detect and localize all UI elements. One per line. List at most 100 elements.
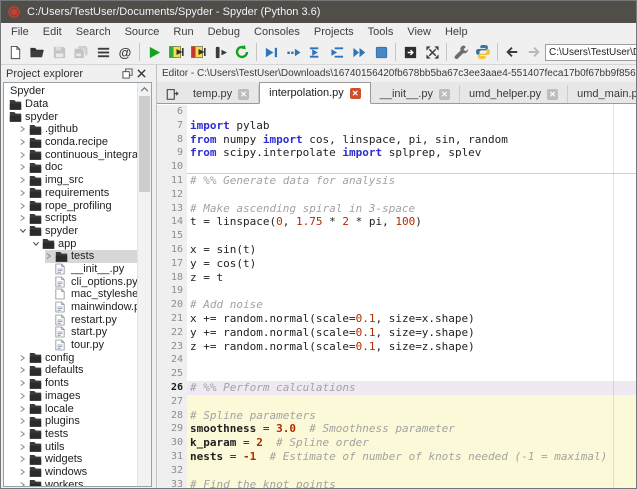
tree-item-start.py[interactable]: start.py <box>4 326 137 339</box>
code-line-15[interactable]: 15 <box>157 229 636 243</box>
code-line-8[interactable]: 8from numpy import cos, linspace, pi, si… <box>157 133 636 147</box>
tree-item-windows[interactable]: windows <box>4 466 137 479</box>
code-line-11[interactable]: 11# %% Generate data for analysis <box>157 174 636 188</box>
tree-item-tour.py[interactable]: tour.py <box>4 339 137 352</box>
chevron-right-icon[interactable] <box>19 202 29 210</box>
tree-item-spyder[interactable]: spyder <box>4 110 137 123</box>
run-cell-advance-button[interactable] <box>187 41 209 63</box>
tree-item-tests[interactable]: tests <box>4 428 137 441</box>
chevron-right-icon[interactable] <box>19 443 29 451</box>
tab-umd_main.py[interactable]: umd_main.py✕ <box>568 85 637 103</box>
run-button[interactable] <box>143 41 165 63</box>
tree-item-conda.recipe[interactable]: conda.recipe <box>4 136 137 149</box>
chevron-right-icon[interactable] <box>19 138 29 146</box>
code-line-24[interactable]: 24 <box>157 353 636 367</box>
save-all-button[interactable] <box>70 41 92 63</box>
code-line-22[interactable]: 22y += random.normal(scale=0.1, size=y.s… <box>157 326 636 340</box>
save-button[interactable] <box>48 41 70 63</box>
menu-help[interactable]: Help <box>438 25 475 39</box>
chevron-right-icon[interactable] <box>19 189 29 197</box>
code-line-6[interactable]: 6 <box>157 105 636 119</box>
code-line-23[interactable]: 23z += random.normal(scale=0.1, size=z.s… <box>157 340 636 354</box>
tab-umd_helper.py[interactable]: umd_helper.py✕ <box>460 85 568 103</box>
tree-item-doc[interactable]: doc <box>4 161 137 174</box>
menu-tools[interactable]: Tools <box>361 25 401 39</box>
chevron-right-icon[interactable] <box>19 392 29 400</box>
code-editor[interactable]: 67import pylab8from numpy import cos, li… <box>157 104 636 488</box>
undock-icon[interactable] <box>120 67 134 81</box>
find-symbols-button[interactable]: @ <box>114 41 136 63</box>
debug-step-out-button[interactable] <box>326 41 348 63</box>
debug-stop-button[interactable] <box>370 41 392 63</box>
tree-item-Spyder[interactable]: Spyder <box>4 85 137 98</box>
tree-item-rope_profiling[interactable]: rope_profiling <box>4 199 137 212</box>
code-line-32[interactable]: 32 <box>157 464 636 478</box>
code-line-13[interactable]: 13# Make ascending spiral in 3-space <box>157 202 636 216</box>
browse-tabs-button[interactable] <box>160 84 184 103</box>
tree-item-plugins[interactable]: plugins <box>4 415 137 428</box>
tree-item-.github[interactable]: .github <box>4 123 137 136</box>
tree-item-locale[interactable]: locale <box>4 402 137 415</box>
chevron-right-icon[interactable] <box>19 163 29 171</box>
code-line-31[interactable]: 31nests = -1 # Estimate of number of kno… <box>157 450 636 464</box>
tree-scrollbar[interactable] <box>137 83 151 486</box>
debug-step-into-button[interactable] <box>304 41 326 63</box>
tree-item-img_src[interactable]: img_src <box>4 174 137 187</box>
run-selection-button[interactable] <box>209 41 231 63</box>
tree-item-workers[interactable]: workers <box>4 478 137 486</box>
tree-item-scripts[interactable]: scripts <box>4 212 137 225</box>
tab-__init__.py[interactable]: __init__.py✕ <box>371 85 460 103</box>
chevron-right-icon[interactable] <box>19 151 29 159</box>
maximize-pane-button[interactable] <box>399 41 421 63</box>
chevron-down-icon[interactable] <box>32 240 42 247</box>
path-combobox[interactable]: C:\Users\TestUser\Downloads <box>545 44 637 61</box>
menu-file[interactable]: File <box>4 25 36 39</box>
debug-button[interactable] <box>260 41 282 63</box>
chevron-right-icon[interactable] <box>19 481 29 486</box>
code-line-16[interactable]: 16x = sin(t) <box>157 243 636 257</box>
menu-edit[interactable]: Edit <box>36 25 69 39</box>
tree-item-config[interactable]: config <box>4 351 137 364</box>
close-icon[interactable] <box>134 67 148 81</box>
scrollbar-thumb[interactable] <box>139 96 150 192</box>
tree-item-app[interactable]: app <box>4 237 137 250</box>
project-tree[interactable]: SpyderDataspyder.githubconda.recipeconti… <box>4 83 137 486</box>
chevron-right-icon[interactable] <box>19 430 29 438</box>
chevron-right-icon[interactable] <box>45 252 55 260</box>
code-line-20[interactable]: 20# Add noise <box>157 298 636 312</box>
tree-item-restart.py[interactable]: restart.py <box>4 313 137 326</box>
run-cell-button[interactable] <box>165 41 187 63</box>
tab-close-icon[interactable]: ✕ <box>439 89 450 100</box>
back-button[interactable] <box>501 41 523 63</box>
menu-consoles[interactable]: Consoles <box>247 25 307 39</box>
rerun-script-button[interactable] <box>231 41 253 63</box>
tab-close-icon[interactable]: ✕ <box>238 89 249 100</box>
tab-close-icon[interactable]: ✕ <box>547 89 558 100</box>
chevron-right-icon[interactable] <box>19 455 29 463</box>
tree-item-images[interactable]: images <box>4 390 137 403</box>
chevron-right-icon[interactable] <box>19 366 29 374</box>
tree-item-widgets[interactable]: widgets <box>4 453 137 466</box>
tree-item-tests[interactable]: tests <box>4 250 137 263</box>
chevron-right-icon[interactable] <box>19 379 29 387</box>
code-line-17[interactable]: 17y = cos(t) <box>157 257 636 271</box>
tree-item-continuous_integration[interactable]: continuous_integration <box>4 148 137 161</box>
chevron-right-icon[interactable] <box>19 176 29 184</box>
menu-source[interactable]: Source <box>118 25 167 39</box>
python-path-manager-button[interactable] <box>472 41 494 63</box>
code-line-25[interactable]: 25 <box>157 367 636 381</box>
code-line-12[interactable]: 12 <box>157 188 636 202</box>
chevron-right-icon[interactable] <box>19 214 29 222</box>
chevron-right-icon[interactable] <box>19 417 29 425</box>
tree-item-requirements[interactable]: requirements <box>4 187 137 200</box>
code-line-33[interactable]: 33# Find the knot points <box>157 478 636 488</box>
code-line-21[interactable]: 21x += random.normal(scale=0.1, size=x.s… <box>157 312 636 326</box>
open-file-button[interactable] <box>26 41 48 63</box>
debug-step-over-button[interactable] <box>282 41 304 63</box>
code-line-28[interactable]: 28# Spline parameters <box>157 409 636 423</box>
tab-close-icon[interactable]: ✕ <box>350 88 361 99</box>
tree-item-defaults[interactable]: defaults <box>4 364 137 377</box>
forward-button[interactable] <box>523 41 545 63</box>
code-line-26[interactable]: 26# %% Perform calculations <box>157 381 636 395</box>
menu-view[interactable]: View <box>400 25 438 39</box>
